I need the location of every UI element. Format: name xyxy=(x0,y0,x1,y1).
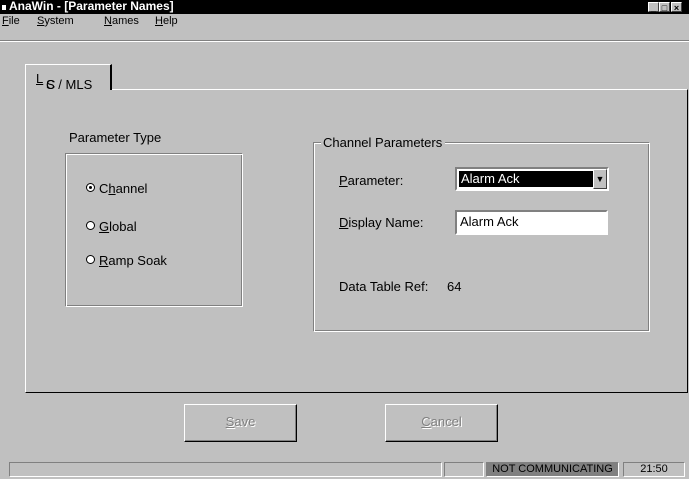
maximize-button[interactable]: □ xyxy=(659,2,670,13)
menu-separator-highlight xyxy=(0,41,689,42)
parameter-dropdown[interactable]: Alarm Ack ▼ xyxy=(455,167,609,191)
radio-selected-icon xyxy=(86,183,95,192)
status-clock: 21:50 xyxy=(623,462,685,477)
status-bar: NOT COMMUNICATING 21:50 xyxy=(0,461,689,479)
parameter-type-label: Parameter Type xyxy=(69,130,162,145)
title-bar[interactable]: AnaWin - [Parameter Names] _ □ × xyxy=(0,0,689,14)
menu-file[interactable]: File xyxy=(2,15,20,27)
status-pane-main xyxy=(9,462,442,477)
menu-system[interactable]: System xyxy=(37,15,74,27)
status-pane-blank xyxy=(444,462,484,477)
radio-unselected-icon xyxy=(86,221,95,230)
channel-parameters-label: Channel Parameters xyxy=(321,135,446,150)
close-button[interactable]: × xyxy=(671,2,682,13)
display-name-label: Display Name: xyxy=(339,215,424,230)
data-table-ref-label: Data Table Ref: xyxy=(339,279,429,294)
save-button[interactable]: Save xyxy=(184,404,297,442)
menu-help[interactable]: Help xyxy=(155,15,178,27)
communication-status: NOT COMMUNICATING xyxy=(486,462,619,477)
menu-bar: File System Names Help xyxy=(0,14,689,30)
radio-global[interactable]: Global xyxy=(86,219,137,234)
menu-names[interactable]: Names xyxy=(104,15,139,27)
app-menu-icon[interactable] xyxy=(2,5,6,10)
minimize-button[interactable]: _ xyxy=(648,2,659,13)
parameter-selected-value: Alarm Ack xyxy=(459,171,593,187)
radio-ramp-soak[interactable]: Ramp Soak xyxy=(86,253,167,268)
data-table-ref-value: 64 xyxy=(447,279,462,294)
cancel-button[interactable]: Cancel xyxy=(385,404,498,442)
dropdown-arrow-icon[interactable]: ▼ xyxy=(593,169,607,189)
radio-unselected-icon xyxy=(86,255,95,264)
radio-channel[interactable]: Channel xyxy=(86,181,147,196)
tab-label: CLS / MLS xyxy=(36,71,93,92)
window-title: AnaWin - [Parameter Names] xyxy=(9,0,174,13)
display-name-field[interactable]: Alarm Ack xyxy=(455,210,608,235)
tab-cls-mls[interactable]: CLS / MLS xyxy=(25,64,112,92)
parameter-label: Parameter: xyxy=(339,173,404,188)
